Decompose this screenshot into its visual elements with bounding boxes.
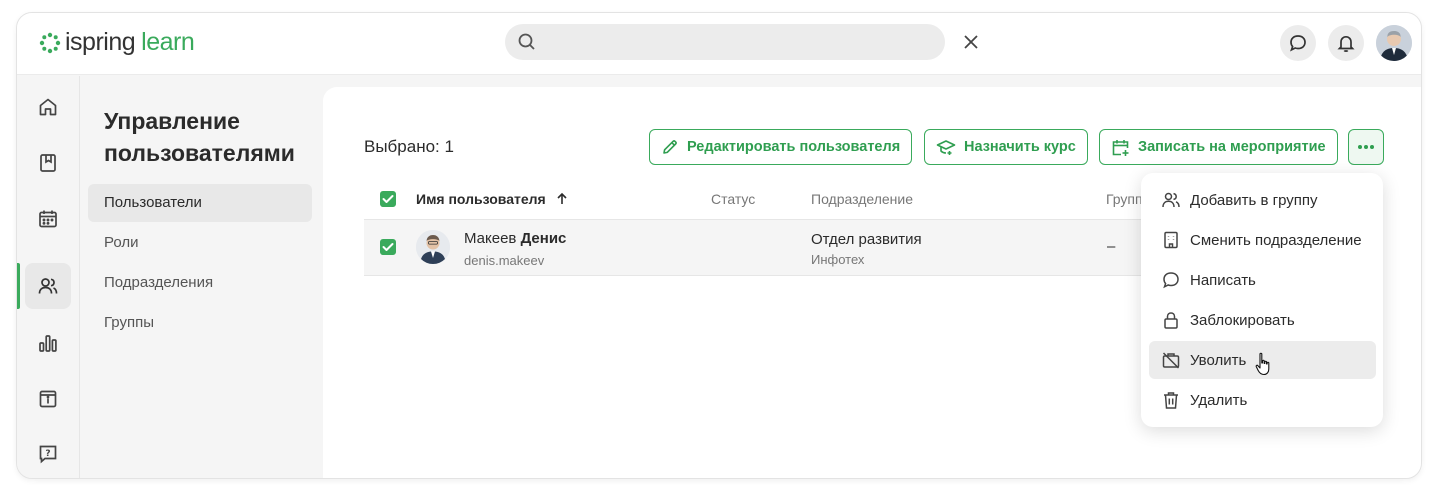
bell-icon xyxy=(1337,35,1355,52)
rail-users[interactable] xyxy=(25,263,71,309)
user-department: Отдел развития xyxy=(811,231,922,248)
menu-item-label: Сменить подразделение xyxy=(1190,231,1362,249)
user-groups: – xyxy=(1107,238,1116,255)
rail-info[interactable] xyxy=(25,376,71,422)
home-icon xyxy=(39,98,57,116)
more-dots-icon xyxy=(1358,145,1374,149)
column-header-groups[interactable]: Групп xyxy=(1106,191,1143,207)
sort-ascending-icon xyxy=(557,192,567,204)
row-user-avatar xyxy=(416,230,450,264)
book-icon xyxy=(40,154,56,172)
change-department-icon xyxy=(1164,231,1178,249)
menu-item-block[interactable]: Заблокировать xyxy=(1149,301,1376,339)
more-actions-button[interactable] xyxy=(1348,129,1384,165)
clear-search-button[interactable] xyxy=(959,30,983,54)
message-icon xyxy=(1163,272,1179,289)
edit-user-button[interactable]: Редактировать пользователя xyxy=(649,129,913,165)
more-actions-menu: Добавить в группу Сменить подразделение … xyxy=(1141,173,1383,427)
messages-button[interactable] xyxy=(1280,25,1316,61)
users-subnav: Управление пользователями Пользователи Р… xyxy=(81,76,323,478)
notifications-button[interactable] xyxy=(1328,25,1364,61)
select-all-checkbox[interactable] xyxy=(380,191,396,207)
menu-item-label: Уволить xyxy=(1190,351,1247,369)
menu-item-delete[interactable]: Удалить xyxy=(1149,381,1376,419)
user-login: denis.makeev xyxy=(464,253,545,268)
rail-help[interactable]: ? xyxy=(25,431,71,477)
top-bar: ispring learn xyxy=(17,13,1421,75)
menu-item-label: Добавить в группу xyxy=(1190,191,1318,209)
checkmark-icon xyxy=(382,243,394,251)
lock-icon xyxy=(1164,312,1178,329)
dismiss-icon xyxy=(1162,352,1180,369)
user-last-name: Макеев xyxy=(464,230,517,247)
menu-item-change-department[interactable]: Сменить подразделение xyxy=(1149,221,1376,259)
assign-course-button[interactable]: Назначить курс xyxy=(924,129,1088,165)
checkmark-icon xyxy=(382,195,394,203)
pencil-icon xyxy=(663,140,677,154)
column-header-name[interactable]: Имя пользователя xyxy=(416,191,568,207)
rail-calendar[interactable] xyxy=(25,196,71,242)
reports-icon xyxy=(39,335,57,352)
subnav-item-roles[interactable]: Роли xyxy=(88,224,312,262)
logo[interactable]: ispring learn xyxy=(39,28,195,57)
rail-learning[interactable] xyxy=(25,140,71,186)
table-row[interactable]: Макеев Денис denis.makeev Отдел развития… xyxy=(364,219,1164,276)
trash-icon xyxy=(1164,392,1178,409)
section-title: Управление пользователями xyxy=(104,108,295,166)
subnav-item-users[interactable]: Пользователи xyxy=(88,184,312,222)
icon-rail: ? xyxy=(17,76,80,478)
user-first-name: Денис xyxy=(520,230,567,247)
chat-icon xyxy=(1290,35,1306,52)
menu-item-write-message[interactable]: Написать xyxy=(1149,261,1376,299)
column-header-department[interactable]: Подразделение xyxy=(811,191,913,207)
selected-count: Выбрано: 1 xyxy=(364,137,454,156)
svg-text:?: ? xyxy=(45,449,50,459)
menu-item-label: Удалить xyxy=(1190,391,1248,409)
logo-brand-text: ispring xyxy=(65,28,136,56)
menu-item-label: Заблокировать xyxy=(1190,311,1295,329)
column-header-status[interactable]: Статус xyxy=(711,191,755,207)
rail-reports[interactable] xyxy=(25,320,71,366)
users-icon xyxy=(38,278,58,294)
rail-active-marker xyxy=(17,263,20,309)
search-icon xyxy=(517,32,537,57)
enroll-event-label: Записать на мероприятие xyxy=(1138,139,1326,155)
add-group-icon xyxy=(1162,192,1180,208)
info-icon xyxy=(39,390,57,408)
rail-home[interactable] xyxy=(25,84,71,130)
search-input[interactable] xyxy=(505,24,945,60)
menu-item-label: Написать xyxy=(1190,271,1256,289)
row-checkbox[interactable] xyxy=(380,239,396,255)
logo-product-text: learn xyxy=(141,28,195,56)
user-avatar[interactable] xyxy=(1376,25,1412,61)
close-icon xyxy=(964,35,978,49)
edit-user-label: Редактировать пользователя xyxy=(687,139,901,155)
hand-pointer-cursor xyxy=(1255,352,1273,383)
column-header-name-label: Имя пользователя xyxy=(416,191,546,207)
subnav-item-departments[interactable]: Подразделения xyxy=(88,264,312,302)
ispring-logo-icon xyxy=(39,32,61,53)
assign-course-label: Назначить курс xyxy=(964,139,1076,155)
calendar-icon xyxy=(39,210,57,228)
enroll-event-button[interactable]: Записать на мероприятие xyxy=(1099,129,1338,165)
graduation-cap-icon xyxy=(936,140,956,155)
calendar-add-icon xyxy=(1112,139,1129,156)
menu-item-add-to-group[interactable]: Добавить в группу xyxy=(1149,181,1376,219)
user-full-name[interactable]: Макеев Денис xyxy=(464,230,566,247)
subnav-item-groups[interactable]: Группы xyxy=(88,304,312,342)
help-icon: ? xyxy=(39,445,57,464)
user-organization: Инфотех xyxy=(811,252,865,267)
